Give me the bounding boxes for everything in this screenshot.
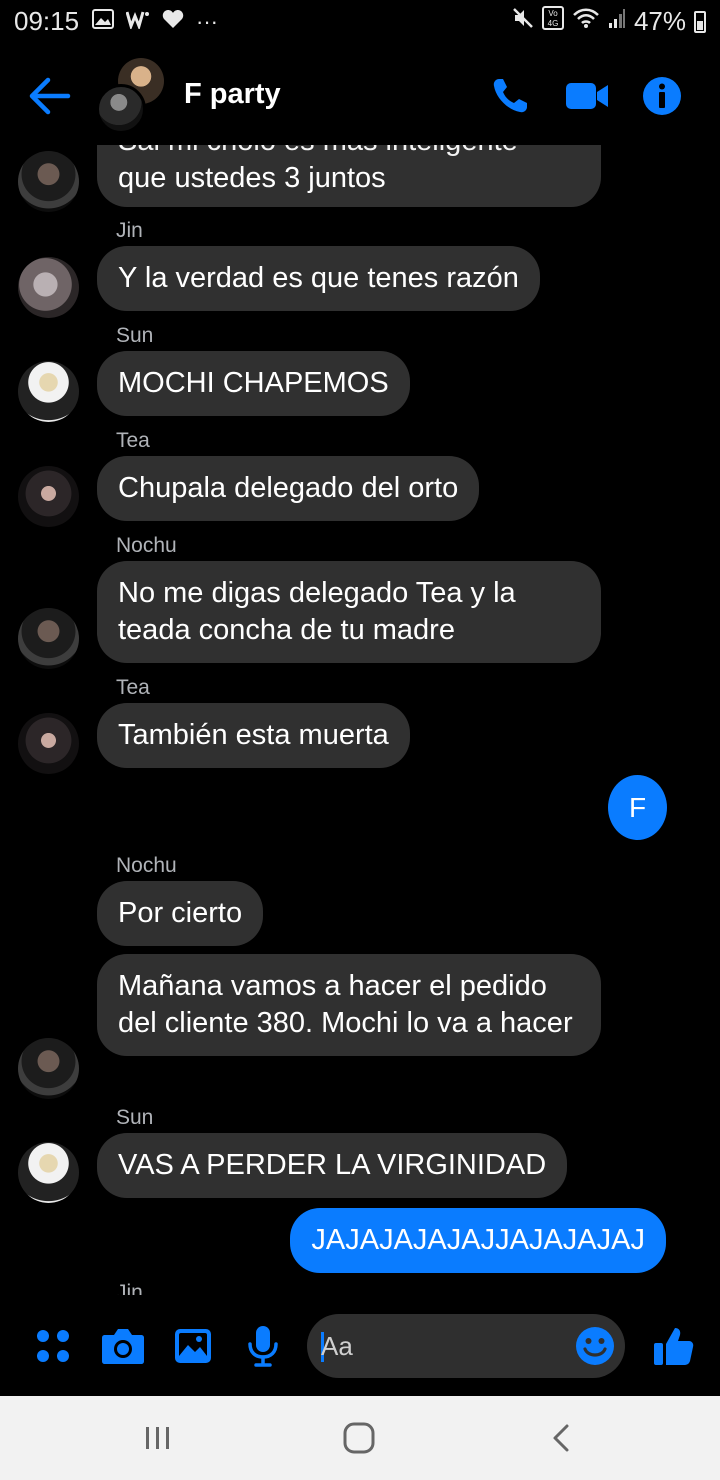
sender-name: Sun — [116, 1106, 154, 1129]
battery-icon — [694, 10, 706, 33]
member-avatar — [96, 84, 146, 134]
message-text-partial: Sal mi cholo es más inteligente — [118, 145, 580, 160]
status-time: 09:15 — [14, 6, 80, 36]
message-bubble[interactable]: VAS A PERDER LA VIRGINIDAD — [97, 1133, 568, 1198]
info-button[interactable] — [638, 74, 686, 118]
home-button[interactable] — [339, 1418, 379, 1458]
info-icon — [643, 77, 681, 115]
sender-avatar-nochu[interactable] — [18, 608, 79, 669]
status-bar: 09:15 ··· Vo 4G 47% — [0, 0, 720, 44]
image-icon — [175, 1329, 211, 1363]
sender-avatar-jin[interactable] — [18, 257, 79, 318]
smiley-icon — [576, 1327, 614, 1365]
message-list[interactable]: Sal mi cholo es más inteligente que uste… — [0, 145, 720, 1295]
group-avatar[interactable] — [96, 58, 172, 134]
video-camera-icon — [566, 83, 608, 109]
my-message-bubble[interactable]: JAJAJAJAJAJJAJAJAJAJ — [290, 1208, 666, 1273]
gallery-notification-icon — [92, 8, 114, 36]
read-receipt-avatar: F — [608, 775, 667, 840]
message-bubble[interactable]: Por cierto — [97, 881, 264, 946]
message-text: Chupala delegado del orto — [118, 472, 459, 504]
message-bubble[interactable]: MOCHI CHAPEMOS — [97, 351, 410, 416]
message-text: que ustedes 3 juntos — [118, 162, 386, 194]
sender-avatar-tea[interactable] — [18, 466, 79, 527]
back-arrow-icon — [29, 77, 71, 115]
message-bubble[interactable]: Sal mi cholo es más inteligente que uste… — [97, 145, 601, 207]
chevron-left-icon — [553, 1424, 569, 1452]
message-text: No me digas delegado Tea y la teada conc… — [118, 577, 516, 646]
message-text: JAJAJAJAJAJJAJAJAJAJ — [311, 1224, 645, 1256]
sender-name: Nochu — [116, 854, 177, 877]
camera-button[interactable] — [99, 1322, 147, 1370]
w-app-notification-icon — [125, 8, 150, 36]
message-bubble[interactable]: Y la verdad es que tenes razón — [97, 246, 540, 311]
volte-icon: Vo 4G — [541, 6, 564, 37]
message-text: VAS A PERDER LA VIRGINIDAD — [118, 1149, 547, 1181]
sender-avatar-tea[interactable] — [18, 713, 79, 774]
system-back-button[interactable] — [541, 1418, 581, 1458]
back-button[interactable] — [28, 76, 72, 116]
message-text: Mañana vamos a hacer el pedido del clien… — [118, 970, 573, 1039]
message-text: También esta muerta — [118, 719, 389, 751]
sender-avatar-nochu[interactable] — [18, 1038, 79, 1099]
sender-name: Jin — [116, 1281, 143, 1295]
message-input-container[interactable] — [307, 1314, 625, 1378]
recent-apps-icon — [146, 1427, 169, 1449]
video-call-button[interactable] — [563, 74, 611, 118]
message-text: Y la verdad es que tenes razón — [118, 262, 519, 294]
thumbs-up-icon — [654, 1328, 694, 1365]
heart-notification-icon — [162, 8, 184, 36]
chat-title[interactable]: F party — [184, 78, 281, 111]
sender-name: Sun — [116, 324, 154, 347]
voice-call-button[interactable] — [486, 74, 534, 118]
sender-name: Nochu — [116, 534, 177, 557]
signal-icon — [608, 7, 626, 36]
chat-header: F party — [0, 50, 720, 145]
message-input[interactable] — [321, 1314, 561, 1378]
message-bubble[interactable]: Chupala delegado del orto — [97, 456, 480, 521]
message-bubble[interactable]: También esta muerta — [97, 703, 410, 768]
sender-name: Jin — [116, 219, 143, 242]
mute-icon — [512, 7, 534, 36]
message-bubble[interactable]: Mañana vamos a hacer el pedido del clien… — [97, 954, 601, 1056]
svg-text:Vo: Vo — [548, 9, 558, 18]
emoji-button[interactable] — [575, 1326, 615, 1366]
gallery-button[interactable] — [169, 1322, 217, 1370]
phone-icon — [493, 79, 527, 113]
message-text: Por cierto — [118, 897, 243, 929]
sender-avatar-sun[interactable] — [18, 361, 79, 422]
sender-avatar-nochu[interactable] — [18, 151, 79, 212]
camera-icon — [102, 1329, 144, 1364]
system-navigation-bar — [0, 1396, 720, 1480]
message-bubble[interactable]: No me digas delegado Tea y la teada conc… — [97, 561, 601, 663]
voice-message-button[interactable] — [239, 1322, 287, 1370]
sender-name: Tea — [116, 429, 150, 452]
recent-apps-button[interactable] — [138, 1418, 178, 1458]
grid-dots-icon — [37, 1330, 69, 1362]
like-button[interactable] — [650, 1322, 698, 1370]
more-notifications-icon: ··· — [196, 9, 218, 34]
message-composer — [0, 1300, 720, 1396]
sender-avatar-sun[interactable] — [18, 1142, 79, 1203]
sender-name: Tea — [116, 676, 150, 699]
svg-text:4G: 4G — [548, 19, 559, 28]
more-actions-button[interactable] — [29, 1322, 77, 1370]
home-icon — [343, 1422, 375, 1454]
microphone-icon — [248, 1326, 278, 1367]
wifi-icon — [572, 7, 600, 36]
battery-percent: 47% — [633, 6, 686, 36]
message-text: MOCHI CHAPEMOS — [118, 367, 389, 399]
